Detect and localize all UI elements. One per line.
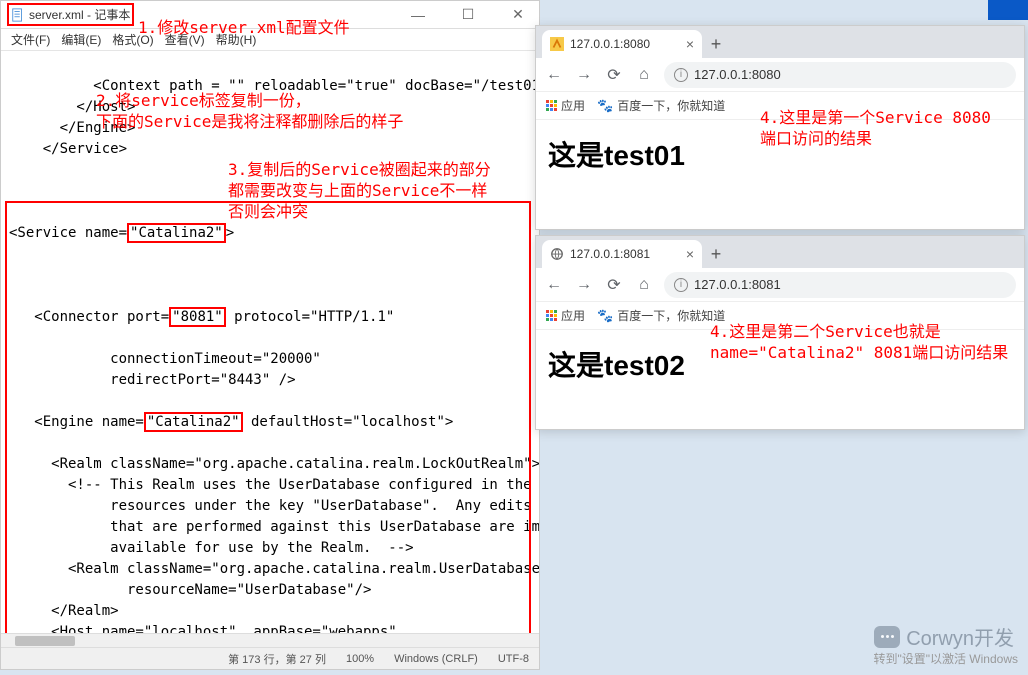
- forward-button[interactable]: →: [574, 275, 594, 295]
- horizontal-scrollbar[interactable]: [1, 633, 539, 647]
- notepad-window: server.xml - 记事本 — ☐ ✕ 文件(F) 编辑(E) 格式(O)…: [0, 0, 540, 670]
- maximize-button[interactable]: ☐: [453, 5, 483, 25]
- service-line: <Service name="Catalina2">: [9, 223, 531, 244]
- port-highlight: "8081": [169, 307, 226, 327]
- menu-format[interactable]: 格式(O): [108, 31, 157, 48]
- baidu-bookmark[interactable]: 🐾 百度一下，你就知道: [597, 307, 725, 324]
- baidu-bookmark[interactable]: 🐾 百度一下，你就知道: [597, 97, 725, 114]
- site-info-icon[interactable]: i: [674, 68, 688, 82]
- reload-button[interactable]: ⟳: [604, 65, 624, 85]
- browser1-bookmarks: 应用 🐾 百度一下，你就知道: [536, 92, 1024, 120]
- browser2-bookmarks: 应用 🐾 百度一下，你就知道: [536, 302, 1024, 330]
- catalina2-name-highlight: "Catalina2": [127, 223, 226, 243]
- menu-view[interactable]: 查看(V): [161, 31, 209, 48]
- watermark-text: Corwyn开发: [906, 622, 1014, 651]
- engine-line: <Engine name="Catalina2" defaultHost="lo…: [9, 412, 531, 433]
- watermark: Corwyn开发: [874, 622, 1014, 651]
- browser1-toolbar: ← → ⟳ ⌂ i 127.0.0.1:8080: [536, 58, 1024, 92]
- menu-file[interactable]: 文件(F): [7, 31, 54, 48]
- notepad-icon: [11, 8, 25, 22]
- browser1-page-content: 这是test01: [536, 120, 1024, 188]
- back-button[interactable]: ←: [544, 275, 564, 295]
- browser1-tabstrip: 127.0.0.1:8080 × +: [536, 26, 1024, 58]
- activate-windows-sub: 转到"设置"以激活 Windows: [873, 650, 1018, 667]
- window-controls: — ☐ ✕: [403, 5, 533, 25]
- apps-icon: [546, 310, 557, 321]
- browser1-tab[interactable]: 127.0.0.1:8080 ×: [542, 30, 702, 58]
- browser2-tab[interactable]: 127.0.0.1:8081 ×: [542, 240, 702, 268]
- url-text: 127.0.0.1:8080: [694, 67, 781, 82]
- browser2-page-content: 这是test02: [536, 330, 1024, 398]
- back-button[interactable]: ←: [544, 65, 564, 85]
- browser2-toolbar: ← → ⟳ ⌂ i 127.0.0.1:8081: [536, 268, 1024, 302]
- baidu-icon: 🐾: [597, 98, 613, 114]
- site-info-icon[interactable]: i: [674, 278, 688, 292]
- apps-bookmark[interactable]: 应用: [546, 307, 585, 324]
- forward-button[interactable]: →: [574, 65, 594, 85]
- new-tab-button[interactable]: +: [702, 240, 730, 268]
- home-button[interactable]: ⌂: [634, 65, 654, 85]
- address-bar[interactable]: i 127.0.0.1:8081: [664, 272, 1016, 298]
- status-eol: Windows (CRLF): [394, 653, 478, 665]
- address-bar[interactable]: i 127.0.0.1:8080: [664, 62, 1016, 88]
- engine-name-highlight: "Catalina2": [144, 412, 243, 432]
- notepad-title-highlight: server.xml - 记事本: [7, 3, 134, 26]
- new-tab-button[interactable]: +: [702, 30, 730, 58]
- browser-window-8081: 127.0.0.1:8081 × + ← → ⟳ ⌂ i 127.0.0.1:8…: [535, 235, 1025, 430]
- url-text: 127.0.0.1:8081: [694, 277, 781, 292]
- notepad-title-text: server.xml - 记事本: [29, 6, 130, 23]
- browser2-tab-title: 127.0.0.1:8081: [570, 247, 650, 261]
- notepad-content[interactable]: <Context path = "" reloadable="true" doc…: [1, 51, 539, 641]
- code-blank2: [9, 265, 531, 286]
- tab-close-icon[interactable]: ×: [686, 246, 694, 262]
- after-engine: <Realm className="org.apache.catalina.re…: [9, 454, 531, 641]
- close-button[interactable]: ✕: [503, 5, 533, 25]
- apps-bookmark[interactable]: 应用: [546, 97, 585, 114]
- status-encoding: UTF-8: [498, 653, 529, 665]
- tab-close-icon[interactable]: ×: [686, 36, 694, 52]
- connector-line: <Connector port="8081" protocol="HTTP/1.…: [9, 307, 531, 328]
- tab-favicon: [550, 247, 564, 261]
- scroll-thumb[interactable]: [15, 636, 75, 646]
- menu-edit[interactable]: 编辑(E): [57, 31, 105, 48]
- code-top: <Context path = "" reloadable="true" doc…: [9, 76, 531, 160]
- notepad-menubar: 文件(F) 编辑(E) 格式(O) 查看(V) 帮助(H): [1, 29, 539, 51]
- status-position: 第 173 行，第 27 列: [228, 651, 326, 667]
- baidu-icon: 🐾: [597, 308, 613, 324]
- home-button[interactable]: ⌂: [634, 275, 654, 295]
- desktop-corner: [988, 0, 1028, 20]
- reload-button[interactable]: ⟳: [604, 275, 624, 295]
- menu-help[interactable]: 帮助(H): [212, 31, 261, 48]
- notepad-statusbar: 第 173 行，第 27 列 100% Windows (CRLF) UTF-8: [1, 647, 539, 669]
- browser-window-8080: 127.0.0.1:8080 × + ← → ⟳ ⌂ i 127.0.0.1:8…: [535, 25, 1025, 230]
- apps-icon: [546, 100, 557, 111]
- code-blank: [9, 181, 531, 202]
- after-connector: connectionTimeout="20000" redirectPort="…: [9, 349, 531, 391]
- browser2-tabstrip: 127.0.0.1:8081 × +: [536, 236, 1024, 268]
- tab-favicon: [550, 37, 564, 51]
- notepad-titlebar[interactable]: server.xml - 记事本 — ☐ ✕: [1, 1, 539, 29]
- status-zoom: 100%: [346, 653, 374, 665]
- browser1-tab-title: 127.0.0.1:8080: [570, 37, 650, 51]
- wechat-icon: [874, 626, 900, 648]
- minimize-button[interactable]: —: [403, 5, 433, 25]
